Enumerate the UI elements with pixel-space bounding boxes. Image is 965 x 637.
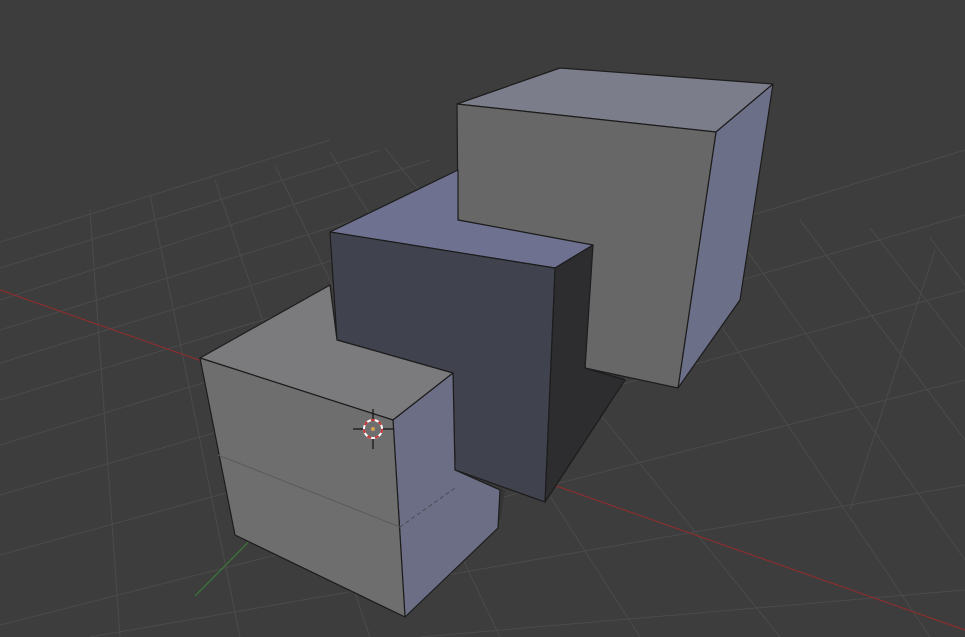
scene-canvas[interactable] [0, 0, 965, 637]
3d-viewport[interactable] [0, 0, 965, 637]
